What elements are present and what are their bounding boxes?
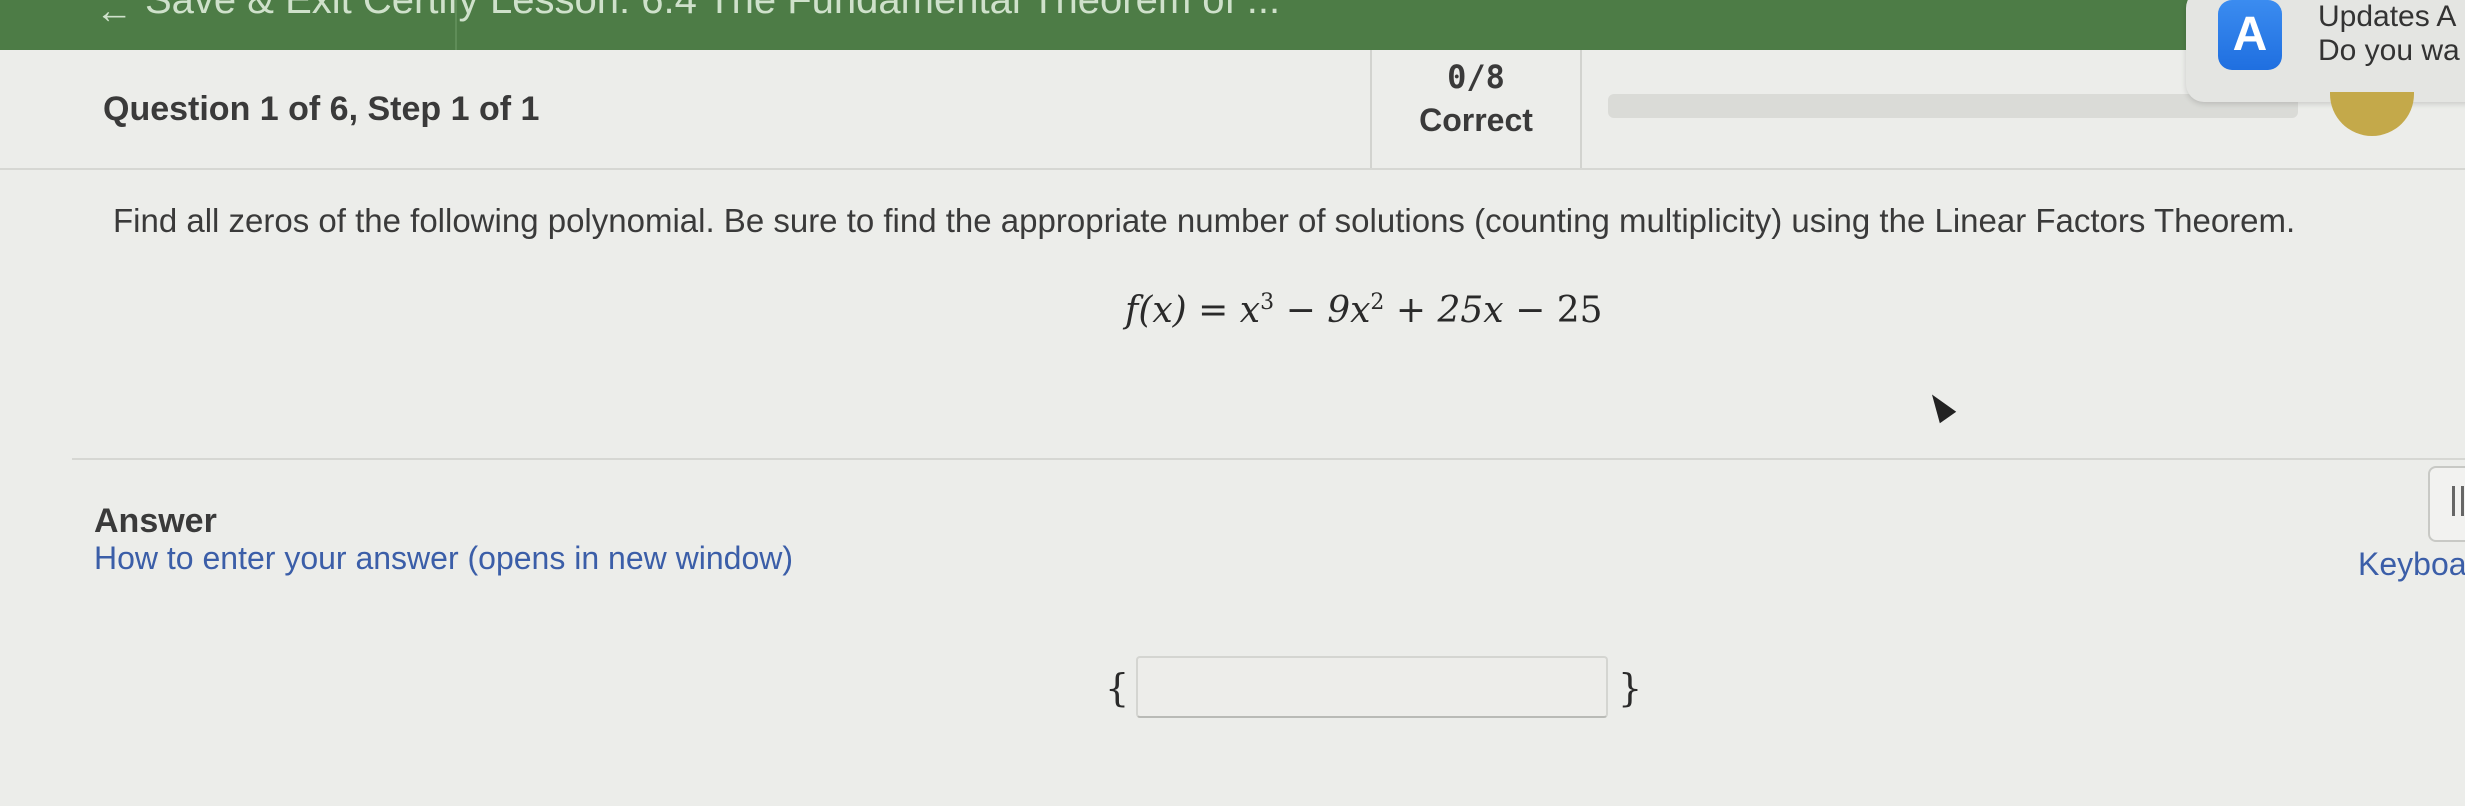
formula-term: 9x <box>1327 290 1371 331</box>
question-prompt: Find all zeros of the following polynomi… <box>113 202 2296 239</box>
open-brace: { <box>1105 666 1130 710</box>
how-to-enter-link[interactable]: How to enter your answer (opens in new w… <box>94 540 793 577</box>
question-title: Question 1 of 6, Step 1 of 1 <box>103 90 540 128</box>
formula-operator: − <box>1285 290 1316 331</box>
formula-operator: − <box>1515 290 1546 331</box>
answer-heading: Answer <box>94 502 217 540</box>
mouse-cursor-icon <box>1923 388 1957 424</box>
save-exit-button[interactable]: Save & Exit Certify <box>145 0 478 23</box>
formula-equals: = <box>1198 290 1229 331</box>
topbar-divider <box>455 0 457 50</box>
score-fraction: 0/8 <box>1447 58 1505 96</box>
app-store-icon: A <box>2218 0 2282 70</box>
keyboard-icon <box>2452 486 2464 516</box>
top-bar: ← Save & Exit Certify Lesson: 6.4 The Fu… <box>0 0 2465 50</box>
keyboard-link[interactable]: Keyboa <box>2358 546 2465 583</box>
notification-body: Do you wa <box>2318 34 2460 67</box>
formula-lhs: f(x) <box>1125 290 1187 331</box>
polynomial-formula: f(x) = x3 − 9x2 + 25x − 25 <box>1125 290 1603 331</box>
score-label: Correct <box>1419 102 1533 138</box>
answer-input[interactable] <box>1136 656 1608 718</box>
formula-exponent: 3 <box>1260 290 1275 315</box>
section-divider <box>72 458 2465 460</box>
formula-operator: + <box>1395 290 1427 331</box>
close-brace: } <box>1618 666 1643 710</box>
formula-term: x <box>1239 290 1261 331</box>
score-divider <box>1580 50 1582 168</box>
formula-exponent: 2 <box>1370 290 1385 315</box>
notification-title: Updates A <box>2318 0 2457 33</box>
lesson-title: Lesson: 6.4 The Fundamental Theorem of .… <box>490 0 1281 22</box>
formula-term: 25x <box>1437 290 1504 331</box>
back-arrow-icon[interactable]: ← <box>95 0 133 33</box>
keyboard-toggle-button[interactable] <box>2428 466 2465 542</box>
formula-term: 25 <box>1556 290 1603 331</box>
